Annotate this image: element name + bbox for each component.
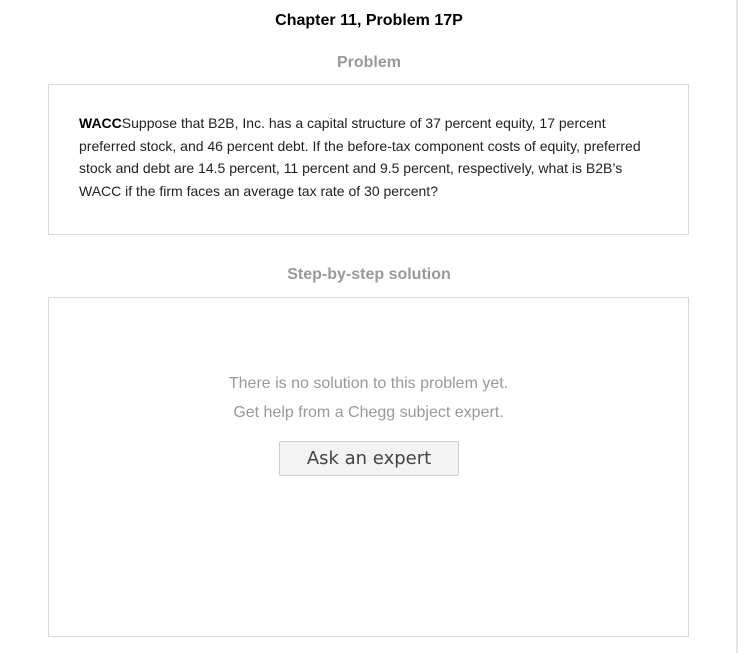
problem-box: WACCSuppose that B2B, Inc. has a capital…	[48, 84, 689, 235]
chapter-title: Chapter 11, Problem 17P	[275, 12, 463, 29]
ask-expert-button[interactable]: Ask an expert	[279, 441, 459, 476]
no-solution-message: There is no solution to this problem yet…	[228, 375, 509, 392]
problem-topic-tag: WACC	[79, 115, 122, 131]
problem-text: Suppose that B2B, Inc. has a capital str…	[79, 115, 641, 199]
problem-statement: WACCSuppose that B2B, Inc. has a capital…	[79, 112, 663, 202]
problem-heading: Problem	[336, 54, 401, 71]
get-help-message: Get help from a Chegg subject expert.	[233, 404, 504, 421]
solution-box: There is no solution to this problem yet…	[48, 297, 689, 637]
solution-heading: Step-by-step solution	[287, 266, 451, 283]
